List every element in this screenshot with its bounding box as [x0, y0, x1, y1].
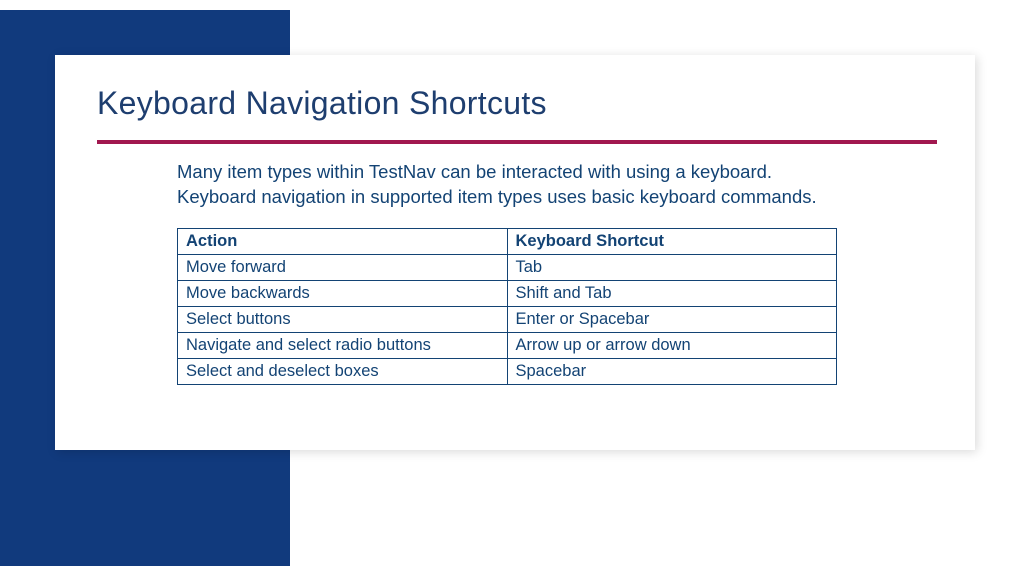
header-shortcut: Keyboard Shortcut: [507, 228, 837, 254]
cell-shortcut: Arrow up or arrow down: [507, 332, 837, 358]
content-card: Keyboard Navigation Shortcuts Many item …: [55, 55, 975, 450]
cell-action: Navigate and select radio buttons: [178, 332, 508, 358]
cell-shortcut: Enter or Spacebar: [507, 306, 837, 332]
table-header-row: Action Keyboard Shortcut: [178, 228, 837, 254]
cell-action: Move backwards: [178, 280, 508, 306]
table-row: Move backwards Shift and Tab: [178, 280, 837, 306]
cell-shortcut: Tab: [507, 254, 837, 280]
table-row: Select buttons Enter or Spacebar: [178, 306, 837, 332]
cell-action: Move forward: [178, 254, 508, 280]
table-row: Move forward Tab: [178, 254, 837, 280]
table-row: Select and deselect boxes Spacebar: [178, 358, 837, 384]
cell-shortcut: Shift and Tab: [507, 280, 837, 306]
cell-shortcut: Spacebar: [507, 358, 837, 384]
page-title: Keyboard Navigation Shortcuts: [97, 85, 937, 122]
header-action: Action: [178, 228, 508, 254]
shortcuts-table: Action Keyboard Shortcut Move forward Ta…: [177, 228, 837, 385]
table-row: Navigate and select radio buttons Arrow …: [178, 332, 837, 358]
title-underline: [97, 140, 937, 144]
cell-action: Select and deselect boxes: [178, 358, 508, 384]
intro-paragraph: Many item types within TestNav can be in…: [177, 160, 817, 210]
cell-action: Select buttons: [178, 306, 508, 332]
